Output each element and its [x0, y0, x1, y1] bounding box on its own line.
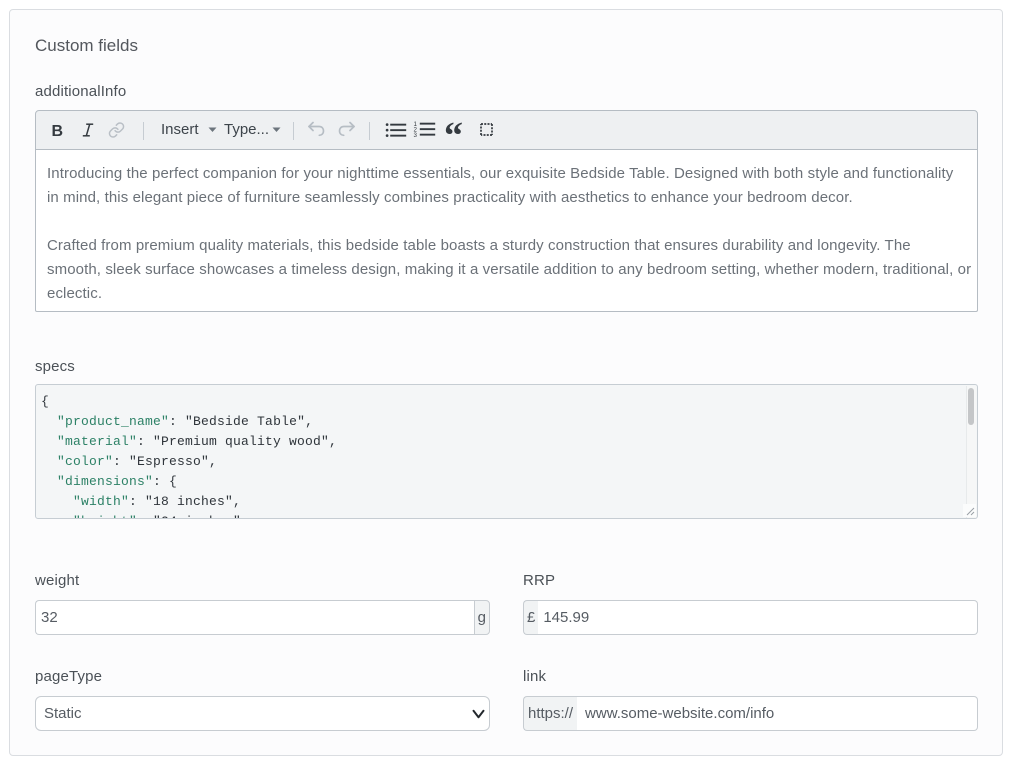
svg-text:3: 3 — [414, 132, 418, 139]
